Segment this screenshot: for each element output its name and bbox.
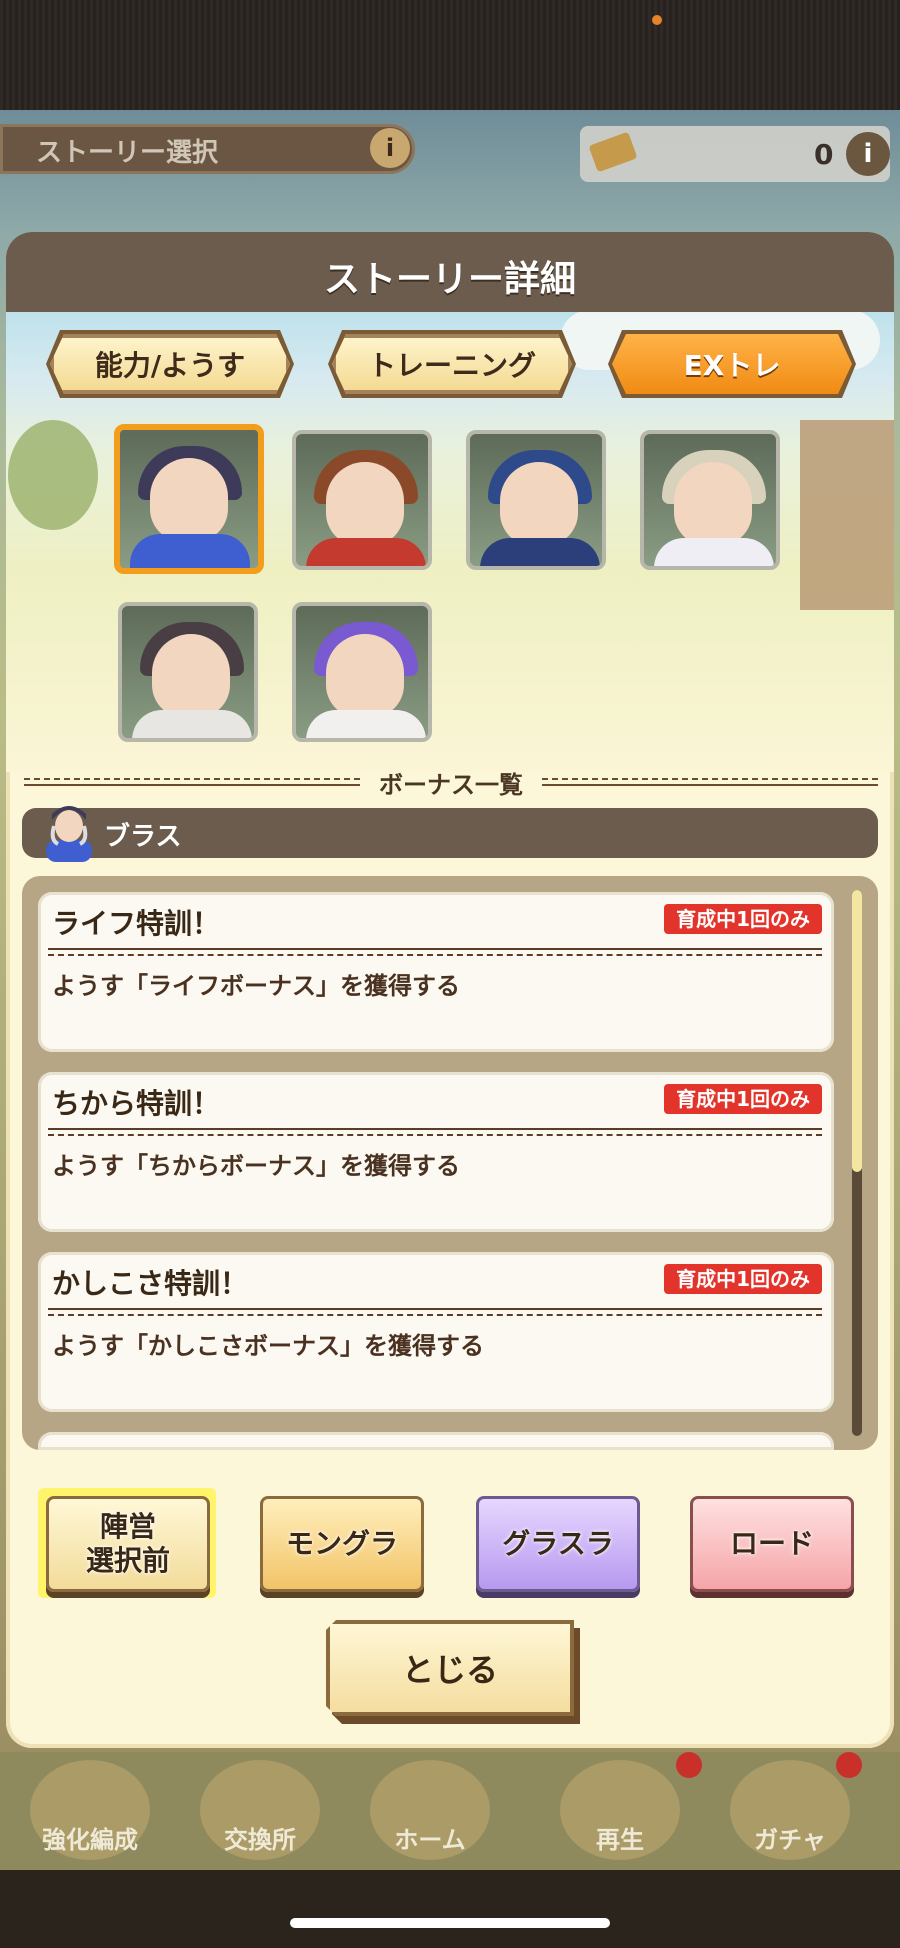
bonus-card-title: ライフ特訓！	[52, 907, 221, 940]
character-portrait[interactable]	[292, 430, 432, 570]
card-divider	[48, 948, 822, 956]
notification-badge	[676, 1752, 702, 1778]
story-select-title: ストーリー選択	[36, 138, 219, 168]
character-face	[152, 634, 230, 718]
gurasura-label: グラスラ	[502, 1527, 614, 1560]
character-portrait-selected[interactable]	[114, 424, 264, 574]
bonus-section-title: ボーナス一覧	[379, 771, 523, 799]
bonus-card-title: かしこさ特訓！	[52, 1267, 249, 1300]
nav-exchange-label: 交換所	[224, 1826, 296, 1854]
gurasura-button[interactable]: グラスラ	[476, 1496, 640, 1592]
mongura-label: モングラ	[285, 1527, 398, 1560]
bonus-card-description: ようす「ちからボーナス」を獲得する	[52, 1152, 460, 1180]
bonus-card-description: ようす「ライフボーナス」を獲得する	[52, 972, 460, 1000]
character-body	[132, 710, 252, 738]
close-button[interactable]: とじる	[326, 1620, 574, 1716]
nav-enhance-label: 強化編成	[42, 1826, 138, 1854]
character-name: ブラス	[104, 822, 182, 852]
camp-select-label: 陣営 選択前	[85, 1510, 170, 1577]
nav-regen-label: 再生	[596, 1826, 644, 1854]
character-body	[480, 538, 600, 566]
character-face	[326, 634, 404, 718]
notification-badge	[836, 1752, 862, 1778]
character-body	[306, 538, 426, 566]
character-body	[306, 710, 426, 738]
card-divider	[48, 1128, 822, 1136]
barn-decoration	[800, 420, 894, 610]
bonus-card-description: ようす「かしこさボーナス」を獲得する	[52, 1332, 484, 1360]
bonus-card-partial	[38, 1432, 834, 1450]
bonus-card-title: ちから特訓！	[52, 1087, 221, 1120]
card-divider	[48, 1308, 822, 1316]
home-indicator[interactable]	[290, 1918, 610, 1928]
scrollbar-thumb[interactable]	[852, 890, 862, 1172]
camp-select-button[interactable]: 陣営 選択前	[46, 1496, 210, 1592]
bonus-limit-badge: 育成中1回のみ	[664, 904, 822, 934]
character-avatar	[40, 800, 98, 862]
currency-count: 0	[814, 138, 834, 171]
bonus-card: ライフ特訓！ 育成中1回のみ ようす「ライフボーナス」を獲得する	[38, 892, 834, 1052]
character-portrait[interactable]	[640, 430, 780, 570]
bonus-limit-badge: 育成中1回のみ	[664, 1084, 822, 1114]
character-face	[500, 462, 578, 546]
currency-info-icon[interactable]: i	[846, 132, 890, 176]
character-face	[150, 458, 228, 542]
tab-ex-training[interactable]: EXトレ	[612, 334, 852, 394]
character-portrait[interactable]	[118, 602, 258, 742]
character-face	[674, 462, 752, 546]
tree-decoration	[8, 420, 98, 530]
bonus-card: ちから特訓！ 育成中1回のみ ようす「ちからボーナス」を獲得する	[38, 1072, 834, 1232]
tab-training[interactable]: トレーニング	[332, 334, 572, 394]
info-icon[interactable]: i	[370, 128, 410, 168]
character-body	[654, 538, 774, 566]
recording-indicator-dot	[652, 15, 662, 25]
nav-home-label: ホーム	[394, 1826, 466, 1854]
character-portrait[interactable]	[466, 430, 606, 570]
character-body	[130, 534, 250, 568]
divider-line	[542, 778, 878, 786]
tab-ability[interactable]: 能力/ようす	[50, 334, 290, 394]
road-label: ロード	[729, 1527, 814, 1560]
bonus-limit-badge: 育成中1回のみ	[664, 1264, 822, 1294]
modal-title: ストーリー詳細	[323, 259, 576, 300]
character-portrait[interactable]	[292, 602, 432, 742]
divider-line	[24, 778, 360, 786]
bonus-card: かしこさ特訓！ 育成中1回のみ ようす「かしこさボーナス」を獲得する	[38, 1252, 834, 1412]
mongura-button[interactable]: モングラ	[260, 1496, 424, 1592]
nav-gacha-label: ガチャ	[754, 1826, 826, 1854]
road-button[interactable]: ロード	[690, 1496, 854, 1592]
character-face	[326, 462, 404, 546]
status-bar	[0, 0, 900, 110]
